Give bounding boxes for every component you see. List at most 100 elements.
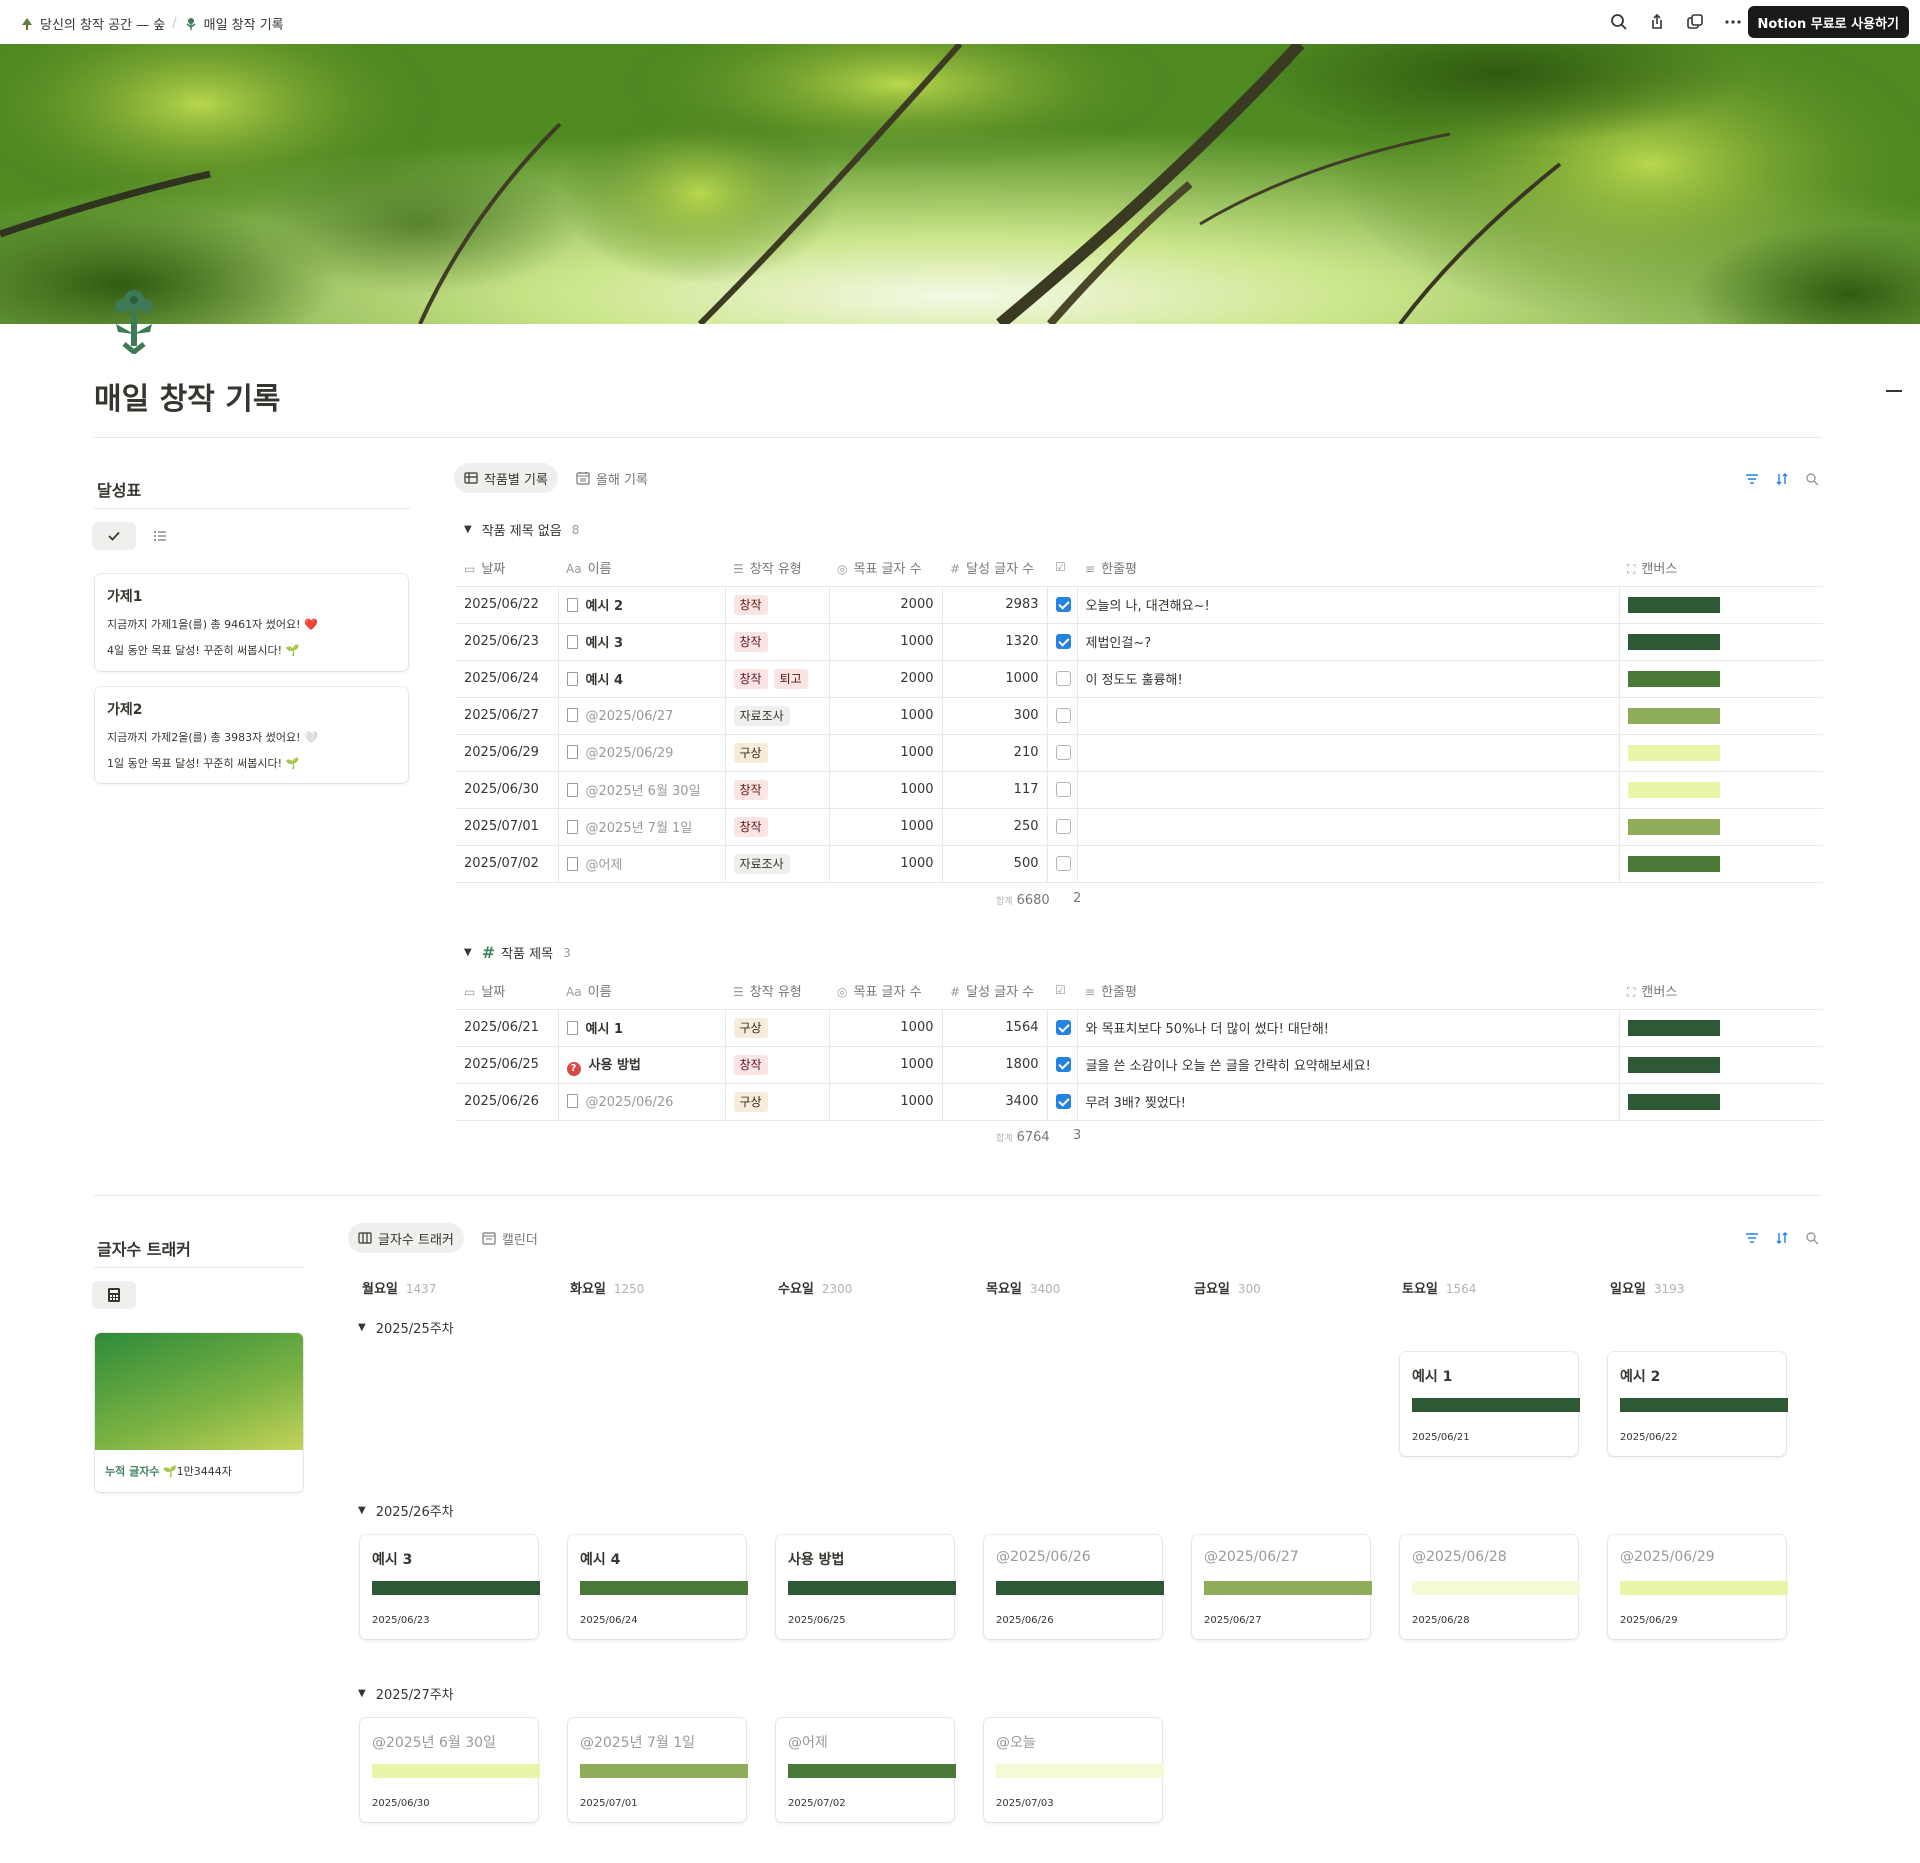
- done-cell[interactable]: 210: [941, 733, 1047, 771]
- canvas-cell[interactable]: [1618, 733, 1823, 771]
- goal-cell[interactable]: 1000: [828, 844, 942, 883]
- tracker-card[interactable]: 예시 2 2025/06/22: [1608, 1352, 1788, 1456]
- collapse-toggle-icon[interactable]: ▼: [358, 1505, 366, 1516]
- group-header[interactable]: ▼ # 작품 제목 3: [464, 943, 571, 962]
- check-cell[interactable]: [1046, 1082, 1077, 1121]
- checkbox[interactable]: [1055, 671, 1071, 686]
- review-cell[interactable]: 글을 쓴 소감이나 오늘 쓴 글을 간략히 요약해보세요!: [1076, 1045, 1619, 1083]
- table-of-contents-indicator[interactable]: [1886, 390, 1902, 392]
- tab-by-work[interactable]: 작품별 기록: [454, 463, 558, 493]
- goal-cell[interactable]: 1000: [828, 1045, 942, 1083]
- check-cell[interactable]: [1046, 1008, 1077, 1046]
- review-cell[interactable]: 이 정도도 훌륭해!: [1076, 659, 1619, 697]
- review-cell[interactable]: [1076, 733, 1619, 771]
- table-row[interactable]: 2025/06/30 @2025년 6월 30일 창작 1000 117: [456, 770, 1823, 808]
- canvas-cell[interactable]: [1618, 844, 1823, 883]
- tracker-card[interactable]: 예시 4 2025/06/24: [568, 1535, 748, 1639]
- goal-cell[interactable]: 1000: [828, 1082, 942, 1121]
- type-cell[interactable]: 자료조사: [724, 696, 829, 734]
- date-cell[interactable]: 2025/06/22: [456, 585, 558, 623]
- tracker-card[interactable]: 예시 3 2025/06/23: [360, 1535, 540, 1639]
- tracker-card[interactable]: @2025년 6월 30일 2025/06/30: [360, 1718, 540, 1822]
- done-cell[interactable]: 1800: [941, 1045, 1047, 1083]
- column-header[interactable]: ☰ 창작 유형: [725, 550, 829, 586]
- check-cell[interactable]: [1046, 807, 1077, 845]
- share-icon[interactable]: [1646, 11, 1668, 33]
- week-group-header[interactable]: ▼ 2025/25주차: [358, 1318, 454, 1337]
- name-cell[interactable]: 예시 4: [557, 659, 725, 697]
- week-group-header[interactable]: ▼ 2025/26주차: [358, 1501, 454, 1520]
- goal-cell[interactable]: 1000: [828, 696, 942, 734]
- checkbox[interactable]: [1055, 1020, 1071, 1035]
- table-row[interactable]: 2025/06/29 @2025/06/29 구상 1000 210: [456, 733, 1823, 771]
- done-cell[interactable]: 300: [941, 696, 1047, 734]
- column-header[interactable]: # 달성 글자 수: [942, 550, 1047, 586]
- table-row[interactable]: 2025/06/24 예시 4 창작 퇴고 2000 1000 이 정도도 훌륭해!: [456, 659, 1823, 697]
- table-row[interactable]: 2025/06/22 예시 2 창작 2000 2983 오늘의 나, 대견해요~!: [456, 585, 1823, 623]
- checkbox[interactable]: [1055, 782, 1071, 797]
- date-cell[interactable]: 2025/06/21: [456, 1008, 558, 1046]
- tracker-card[interactable]: @2025/06/29 2025/06/29: [1608, 1535, 1788, 1639]
- done-cell[interactable]: 2983: [941, 585, 1047, 623]
- table-row[interactable]: 2025/06/23 예시 3 창작 1000 1320 제법인걸~?: [456, 622, 1823, 660]
- tracker-card[interactable]: @2025/06/26 2025/06/26: [984, 1535, 1164, 1639]
- canvas-cell[interactable]: [1618, 659, 1823, 697]
- review-cell[interactable]: 와 목표치보다 50%나 더 많이 썼다! 대단해!: [1076, 1008, 1619, 1046]
- list-view-button[interactable]: [144, 522, 176, 550]
- type-cell[interactable]: 창작: [724, 622, 829, 660]
- checkbox[interactable]: [1055, 1094, 1071, 1109]
- review-cell[interactable]: 제법인걸~?: [1076, 622, 1619, 660]
- check-cell[interactable]: [1046, 585, 1077, 623]
- goal-cell[interactable]: 1000: [828, 770, 942, 808]
- column-header[interactable]: ◎ 목표 글자 수: [829, 550, 942, 586]
- tab-calendar[interactable]: 캘린더: [472, 1223, 548, 1253]
- table-row[interactable]: 2025/06/26 @2025/06/26 구상 1000 3400 무려 3배? 찢었…: [456, 1082, 1823, 1121]
- tab-tracker[interactable]: 글자수 트래커: [348, 1223, 464, 1253]
- type-cell[interactable]: 창작 퇴고: [724, 659, 829, 697]
- column-header[interactable]: ≡ 한줄평: [1077, 550, 1619, 586]
- check-cell[interactable]: [1046, 1045, 1077, 1083]
- done-cell[interactable]: 1000: [941, 659, 1047, 697]
- goal-cell[interactable]: 1000: [828, 1008, 942, 1046]
- column-header[interactable]: ▭ 날짜: [456, 973, 558, 1009]
- date-cell[interactable]: 2025/06/25: [456, 1045, 558, 1083]
- name-cell[interactable]: @어제: [557, 844, 725, 883]
- canvas-cell[interactable]: [1618, 696, 1823, 734]
- checkbox[interactable]: [1055, 856, 1071, 871]
- checkbox[interactable]: [1055, 1057, 1071, 1072]
- column-header[interactable]: Aa 이름: [558, 973, 725, 1009]
- sort-icon[interactable]: [1775, 472, 1789, 486]
- type-cell[interactable]: 자료조사: [724, 844, 829, 883]
- achievement-card[interactable]: 가제1 지금까지 가제1을(를) 총 9461자 썼어요! ❤️ 4일 동안 목…: [95, 574, 408, 671]
- checkbox[interactable]: [1055, 597, 1071, 612]
- filter-icon[interactable]: [1745, 472, 1759, 486]
- tracker-card[interactable]: @2025/06/28 2025/06/28: [1400, 1535, 1580, 1639]
- group-header[interactable]: ▼ 작품 제목 없음 8: [464, 520, 579, 540]
- filter-icon[interactable]: [1745, 1231, 1759, 1245]
- check-cell[interactable]: [1046, 770, 1077, 808]
- date-cell[interactable]: 2025/07/02: [456, 844, 558, 883]
- name-cell[interactable]: @2025년 7월 1일: [557, 807, 725, 845]
- check-cell[interactable]: [1046, 696, 1077, 734]
- type-cell[interactable]: 창작: [724, 1045, 829, 1083]
- type-cell[interactable]: 구상: [724, 1082, 829, 1121]
- table-row[interactable]: 2025/06/21 예시 1 구상 1000 1564 와 목표치보다 50%나 더 많…: [456, 1008, 1823, 1046]
- collapse-toggle-icon[interactable]: ▼: [358, 1688, 366, 1699]
- sprout-icon[interactable]: [106, 288, 162, 354]
- canvas-cell[interactable]: [1618, 1082, 1823, 1121]
- review-cell[interactable]: [1076, 696, 1619, 734]
- done-cell[interactable]: 250: [941, 807, 1047, 845]
- try-notion-button[interactable]: Notion 무료로 사용하기: [1747, 6, 1909, 38]
- tracker-card[interactable]: @어제 2025/07/02: [776, 1718, 956, 1822]
- goal-cell[interactable]: 1000: [828, 807, 942, 845]
- column-header[interactable]: ☑: [1047, 973, 1077, 1009]
- date-cell[interactable]: 2025/06/24: [456, 659, 558, 697]
- type-cell[interactable]: 창작: [724, 770, 829, 808]
- sort-icon[interactable]: [1775, 1231, 1789, 1245]
- search-icon[interactable]: [1805, 1231, 1819, 1245]
- review-cell[interactable]: 무려 3배? 찢었다!: [1076, 1082, 1619, 1121]
- column-header[interactable]: ☑: [1047, 550, 1077, 586]
- review-cell[interactable]: 오늘의 나, 대견해요~!: [1076, 585, 1619, 623]
- breadcrumb-page[interactable]: 매일 창작 기록: [204, 14, 284, 33]
- name-cell[interactable]: @2025/06/29: [557, 733, 725, 771]
